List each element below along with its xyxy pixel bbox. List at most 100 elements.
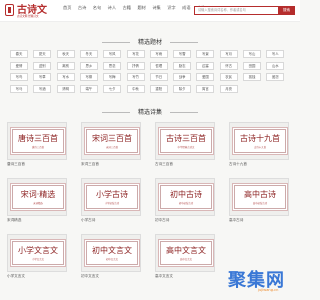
topic-tag[interactable]: 夏天 [33,50,52,58]
topic-tag[interactable]: 写柳 [79,73,98,81]
topic-tag[interactable]: 七夕 [103,84,122,93]
cover-title: 高中古诗 [244,190,276,199]
topic-tag[interactable]: 写人 [266,50,285,58]
collection-caption[interactable]: 初中古诗 [155,218,215,223]
topic-tag[interactable]: 励志 [173,61,192,70]
topic-tag[interactable]: 田园 [243,61,261,70]
topic-tag[interactable]: 战争 [173,73,192,81]
nav-item-characters[interactable]: 识字 [167,5,175,11]
collection-cover[interactable]: 初中古诗 初中必背古诗 [155,178,215,216]
logo-mark-icon [5,4,14,16]
topic-tag[interactable]: 端午 [79,84,98,93]
collection-cover[interactable]: 唐诗三百首 唐诗三百首 [7,122,67,160]
topic-tag[interactable]: 写鸟 [10,73,28,81]
topic-tag[interactable]: 思乡 [79,61,98,70]
topic-tag[interactable]: 思念 [103,61,122,70]
collection-caption[interactable]: 宋词精选 [7,218,67,223]
topic-tag[interactable]: 写草 [33,73,52,81]
topic-tag[interactable]: 写水 [56,73,75,81]
topic-tag[interactable]: 月亮 [219,84,238,93]
search-button[interactable]: 搜索 [278,6,295,15]
topic-tag[interactable]: 离别 [56,61,75,70]
topic-tag[interactable]: 写花 [126,50,145,58]
site-logo[interactable]: 古诗文 古诗文网 经典诗文 [5,3,57,19]
topic-tag[interactable]: 抒情 [126,61,145,70]
topic-tag[interactable]: 农民 [219,73,238,81]
topic-tag[interactable]: 写山 [243,50,261,58]
cover-title: 初中文言文 [92,246,132,255]
topic-tag[interactable]: 边塞 [196,61,215,70]
collection-caption[interactable]: 初中文言文 [81,274,141,279]
nav-item-home[interactable]: 首页 [63,5,71,11]
cover-frame: 小学古诗 小学必背古诗 [86,185,138,209]
nav-item-poems[interactable]: 古诗 [78,5,86,11]
topic-tag[interactable]: 清明 [56,84,75,93]
topic-tag[interactable]: 写雨 [149,50,168,58]
collection-cover[interactable]: 小学文言文 小学文言文 [7,234,67,272]
topic-tag[interactable]: 怀古 [219,61,238,70]
topic-tag[interactable]: 秋天 [56,50,75,58]
nav-item-poets[interactable]: 诗人 [108,5,116,11]
topics-title: 精选题材 [137,39,162,46]
topic-tag[interactable]: 中秋 [126,84,145,93]
cover-title: 初中古诗 [170,190,202,199]
cover-frame: 初中古诗 初中必背古诗 [160,185,212,209]
collection-caption[interactable]: 古诗十九首 [229,162,289,167]
collection-caption[interactable]: 小学文言文 [7,274,67,279]
collection-caption[interactable]: 高中文言文 [155,274,215,279]
topic-tag[interactable]: 山水 [266,61,285,70]
collection-caption[interactable]: 古诗三百首 [155,162,215,167]
topic-tag[interactable]: 重阳 [149,84,168,93]
nav-item-idioms[interactable]: 成语 [182,5,190,11]
topic-tag[interactable]: 孤独 [243,73,261,81]
collections-title: 精选诗集 [137,109,162,116]
collection-cover[interactable]: 宋词·精选 宋词精选 [7,178,67,216]
cover-frame: 古诗三百首 中华经典古诗文 [160,129,212,153]
topic-tag[interactable]: 哲理 [149,61,168,70]
topic-tag[interactable]: 写风 [103,50,122,58]
topic-tag[interactable]: 春天 [10,50,28,58]
collection-cover[interactable]: 初中文言文 初中文言文 [81,234,141,272]
cover-subtitle: 小学必背古诗 [104,202,120,205]
topic-tag[interactable]: 写雪 [173,50,192,58]
nav-item-classics[interactable]: 古籍 [123,5,131,11]
topic-tag[interactable]: 写梅 [103,73,122,81]
watermark-logo: 聚集网 jujiwang.cn [228,266,294,292]
collection-cover[interactable]: 小学古诗 小学必背古诗 [81,178,141,216]
nav-item-topics[interactable]: 题材 [137,5,145,11]
topic-tag[interactable]: 写酒 [33,84,52,93]
collection-caption[interactable]: 唐诗三百首 [7,162,67,167]
topic-tag[interactable]: 写竹 [126,73,145,81]
topic-tag[interactable]: 节日 [149,73,168,81]
topic-tag[interactable]: 写景 [196,50,215,58]
cover-title: 高中文言文 [166,246,206,255]
collection-cover[interactable]: 高中古诗高中必背古诗 [229,178,289,216]
cover-frame: 古诗十九首 古诗十九首 [234,129,286,153]
collection-cover[interactable]: 古诗三百首 中华经典古诗文 [155,122,215,160]
collection-caption[interactable]: 小学古诗 [81,218,141,223]
collection-cover[interactable]: 高中文言文 高中文言文 [155,234,215,272]
topic-tag[interactable]: 寓言 [196,84,215,93]
cover-subtitle: 初中文言文 [106,258,118,261]
nav-item-collections[interactable]: 诗集 [152,5,160,11]
collection-caption[interactable]: 高中古诗 [229,218,289,223]
collection-cover[interactable]: 宋词三百首 宋词三百首 [81,122,141,160]
topic-tag[interactable]: 写马 [10,84,28,93]
topic-tag[interactable]: 除夕 [173,84,192,93]
nav-item-quotes[interactable]: 名句 [93,5,101,11]
collection-cover[interactable]: 古诗十九首 古诗十九首 [229,122,289,160]
cover-frame: 唐诗三百首 唐诗三百首 [12,129,64,153]
search-input[interactable]: 请输入搜索诗词名称、作者或名句 [194,6,278,15]
topic-tag[interactable]: 冬天 [79,50,98,58]
cover-subtitle: 高中文言文 [180,258,192,261]
topic-tag[interactable]: 写月 [219,50,238,58]
topic-tag[interactable]: 送别 [33,61,52,70]
topic-tag[interactable]: 爱国 [196,73,215,81]
topics-section-title: 精选题材 [0,36,300,48]
cover-subtitle: 高中必背古诗 [252,202,268,205]
topic-tag[interactable]: 爱情 [10,61,28,70]
collection-caption[interactable]: 宋词三百首 [81,162,141,167]
divider-line [170,42,198,43]
topic-tag[interactable]: 闺怨 [266,73,285,81]
divider-line [102,112,130,113]
